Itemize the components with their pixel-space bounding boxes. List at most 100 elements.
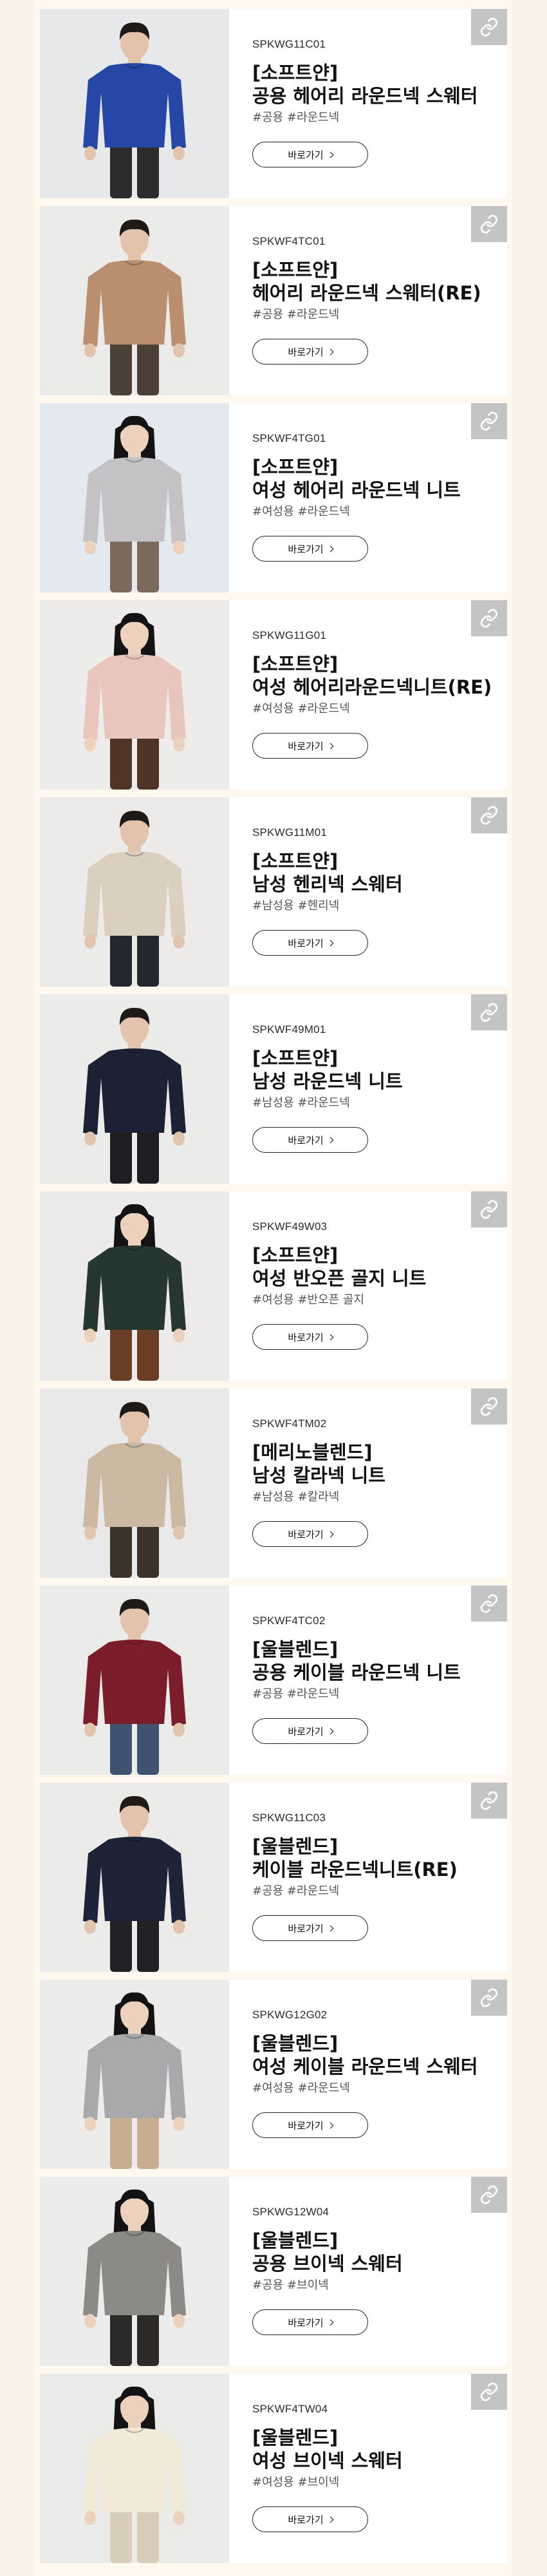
product-info: SPKWG12G02 [울블렌드] 여성 케이블 라운드넥 스웨터 #여성용 #라운드… — [252, 1980, 484, 2169]
link-icon — [480, 1594, 498, 1613]
go-to-product-button[interactable]: 바로가기 — [252, 1915, 368, 1941]
product-code: SPKWG11G01 — [252, 629, 327, 641]
product-code: SPKWF4TC02 — [252, 1615, 326, 1627]
product-image[interactable] — [40, 2374, 229, 2563]
chevron-right-icon — [327, 2516, 334, 2523]
product-info: SPKWG11C03 [울블렌드] 케이블 라운드넥니트(RE) #공용 #라운드넥 바… — [252, 1783, 484, 1972]
model-figure — [40, 1388, 229, 1578]
product-image[interactable] — [40, 600, 229, 790]
product-info: SPKWF49M01 [소프트얀] 남성 라운드넥 니트 #남성용 #라운드넥 바로가기 — [252, 994, 484, 1184]
product-tags: #여성용 #라운드넥 — [252, 702, 350, 715]
chevron-right-icon — [327, 545, 334, 553]
copy-link-button[interactable] — [471, 1980, 507, 2016]
model-figure — [40, 206, 229, 395]
model-figure — [40, 994, 229, 1184]
product-image[interactable] — [40, 1980, 229, 2169]
go-to-product-button[interactable]: 바로가기 — [252, 930, 368, 956]
copy-link-button[interactable] — [471, 1586, 507, 1622]
product-image[interactable] — [40, 1191, 229, 1381]
chevron-right-icon — [327, 743, 334, 750]
copy-link-button[interactable] — [471, 9, 507, 45]
product-card: SPKWG11G01 [소프트얀] 여성 헤어리라운드넥니트(RE) #여성용 #라운… — [40, 600, 507, 790]
model-figure — [40, 2177, 229, 2366]
product-name: 공용 브이넥 스웨터 — [252, 2253, 403, 2275]
product-name: 남성 칼라넥 니트 — [252, 1464, 385, 1486]
go-button-label: 바로가기 — [288, 2514, 324, 2526]
product-info: SPKWF4TW04 [울블렌드] 여성 브이넥 스웨터 #여성용 #브이넥 바로가기 — [252, 2374, 484, 2563]
product-image[interactable] — [40, 2177, 229, 2366]
product-code: SPKWF49W03 — [252, 1220, 328, 1233]
go-to-product-button[interactable]: 바로가기 — [252, 2309, 368, 2335]
copy-link-button[interactable] — [471, 994, 507, 1030]
go-button-label: 바로가기 — [288, 2119, 324, 2132]
go-to-product-button[interactable]: 바로가기 — [252, 536, 368, 562]
product-list: SPKWG11C01 [소프트얀] 공용 헤어리 라운드넥 스웨터 #공용 #라운드넥… — [40, 9, 507, 2571]
chevron-right-icon — [327, 1334, 334, 1341]
go-button-label: 바로가기 — [288, 1528, 324, 1540]
product-name: 남성 라운드넥 니트 — [252, 1070, 403, 1092]
product-code: SPKWG12G02 — [252, 2009, 328, 2021]
go-to-product-button[interactable]: 바로가기 — [252, 142, 368, 167]
product-card: SPKWF4TC01 [소프트얀] 헤어리 라운드넥 스웨터(RE) #공용 #라운드… — [40, 206, 507, 395]
product-name: 여성 헤어리 라운드넥 니트 — [252, 479, 461, 501]
product-name: 여성 헤어리라운드넥니트(RE) — [252, 676, 492, 698]
product-image[interactable] — [40, 1388, 229, 1578]
copy-link-button[interactable] — [471, 797, 507, 833]
product-card: SPKWF49W03 [소프트얀] 여성 반오픈 골지 니트 #여성용 #반오픈 골지… — [40, 1191, 507, 1381]
link-icon — [480, 1003, 498, 1022]
go-to-product-button[interactable]: 바로가기 — [252, 1127, 368, 1153]
link-icon — [480, 2382, 498, 2401]
product-code: SPKWF49M01 — [252, 1023, 326, 1036]
model-figure — [40, 1980, 229, 2169]
go-button-label: 바로가기 — [288, 346, 324, 358]
go-to-product-button[interactable]: 바로가기 — [252, 2506, 368, 2532]
link-icon — [480, 1397, 498, 1416]
product-name: 여성 반오픈 골지 니트 — [252, 1267, 427, 1289]
product-tags: #여성용 #브이넥 — [252, 2476, 340, 2489]
product-image[interactable] — [40, 403, 229, 592]
product-info: SPKWF4TM02 [메리노블렌드] 남성 칼라넥 니트 #남성용 #칼라넥 바로가기 — [252, 1388, 484, 1578]
product-tags: #여성용 #라운드넥 — [252, 505, 350, 518]
copy-link-button[interactable] — [471, 206, 507, 242]
model-figure — [40, 797, 229, 987]
go-to-product-button[interactable]: 바로가기 — [252, 1718, 368, 1744]
link-icon — [480, 609, 498, 628]
go-to-product-button[interactable]: 바로가기 — [252, 1521, 368, 1547]
go-button-label: 바로가기 — [288, 740, 324, 752]
product-image[interactable] — [40, 9, 229, 198]
product-tags: #남성용 #라운드넥 — [252, 1096, 350, 1110]
model-figure — [40, 1191, 229, 1381]
go-to-product-button[interactable]: 바로가기 — [252, 2112, 368, 2138]
product-code: SPKWF4TM02 — [252, 1417, 327, 1430]
go-to-product-button[interactable]: 바로가기 — [252, 733, 368, 759]
product-name: 케이블 라운드넥니트(RE) — [252, 1859, 458, 1880]
go-button-label: 바로가기 — [288, 2316, 324, 2329]
product-image[interactable] — [40, 994, 229, 1184]
copy-link-button[interactable] — [471, 2374, 507, 2410]
copy-link-button[interactable] — [471, 2177, 507, 2213]
model-figure — [40, 2374, 229, 2563]
link-icon — [480, 1200, 498, 1219]
copy-link-button[interactable] — [471, 1388, 507, 1425]
go-button-label: 바로가기 — [288, 1134, 324, 1146]
link-icon — [480, 806, 498, 825]
product-tags: #여성용 #반오픈 골지 — [252, 1293, 365, 1307]
go-to-product-button[interactable]: 바로가기 — [252, 339, 368, 365]
chevron-right-icon — [327, 1728, 334, 1735]
copy-link-button[interactable] — [471, 600, 507, 636]
product-info: SPKWG12W04 [울블렌드] 공용 브이넥 스웨터 #공용 #브이넥 바로가기 — [252, 2177, 484, 2366]
go-button-label: 바로가기 — [288, 937, 324, 949]
copy-link-button[interactable] — [471, 403, 507, 439]
copy-link-button[interactable] — [471, 1783, 507, 1819]
product-image[interactable] — [40, 1783, 229, 1972]
go-to-product-button[interactable]: 바로가기 — [252, 1324, 368, 1350]
product-image[interactable] — [40, 206, 229, 395]
copy-link-button[interactable] — [471, 1191, 507, 1227]
chevron-right-icon — [327, 1137, 334, 1144]
product-card: SPKWG11M01 [소프트얀] 남성 헨리넥 스웨터 #남성용 #헨리넥 바로가기 — [40, 797, 507, 987]
chevron-right-icon — [327, 940, 334, 947]
chevron-right-icon — [327, 348, 334, 355]
product-image[interactable] — [40, 1586, 229, 1775]
product-image[interactable] — [40, 797, 229, 987]
product-tags: #공용 #라운드넥 — [252, 111, 340, 124]
